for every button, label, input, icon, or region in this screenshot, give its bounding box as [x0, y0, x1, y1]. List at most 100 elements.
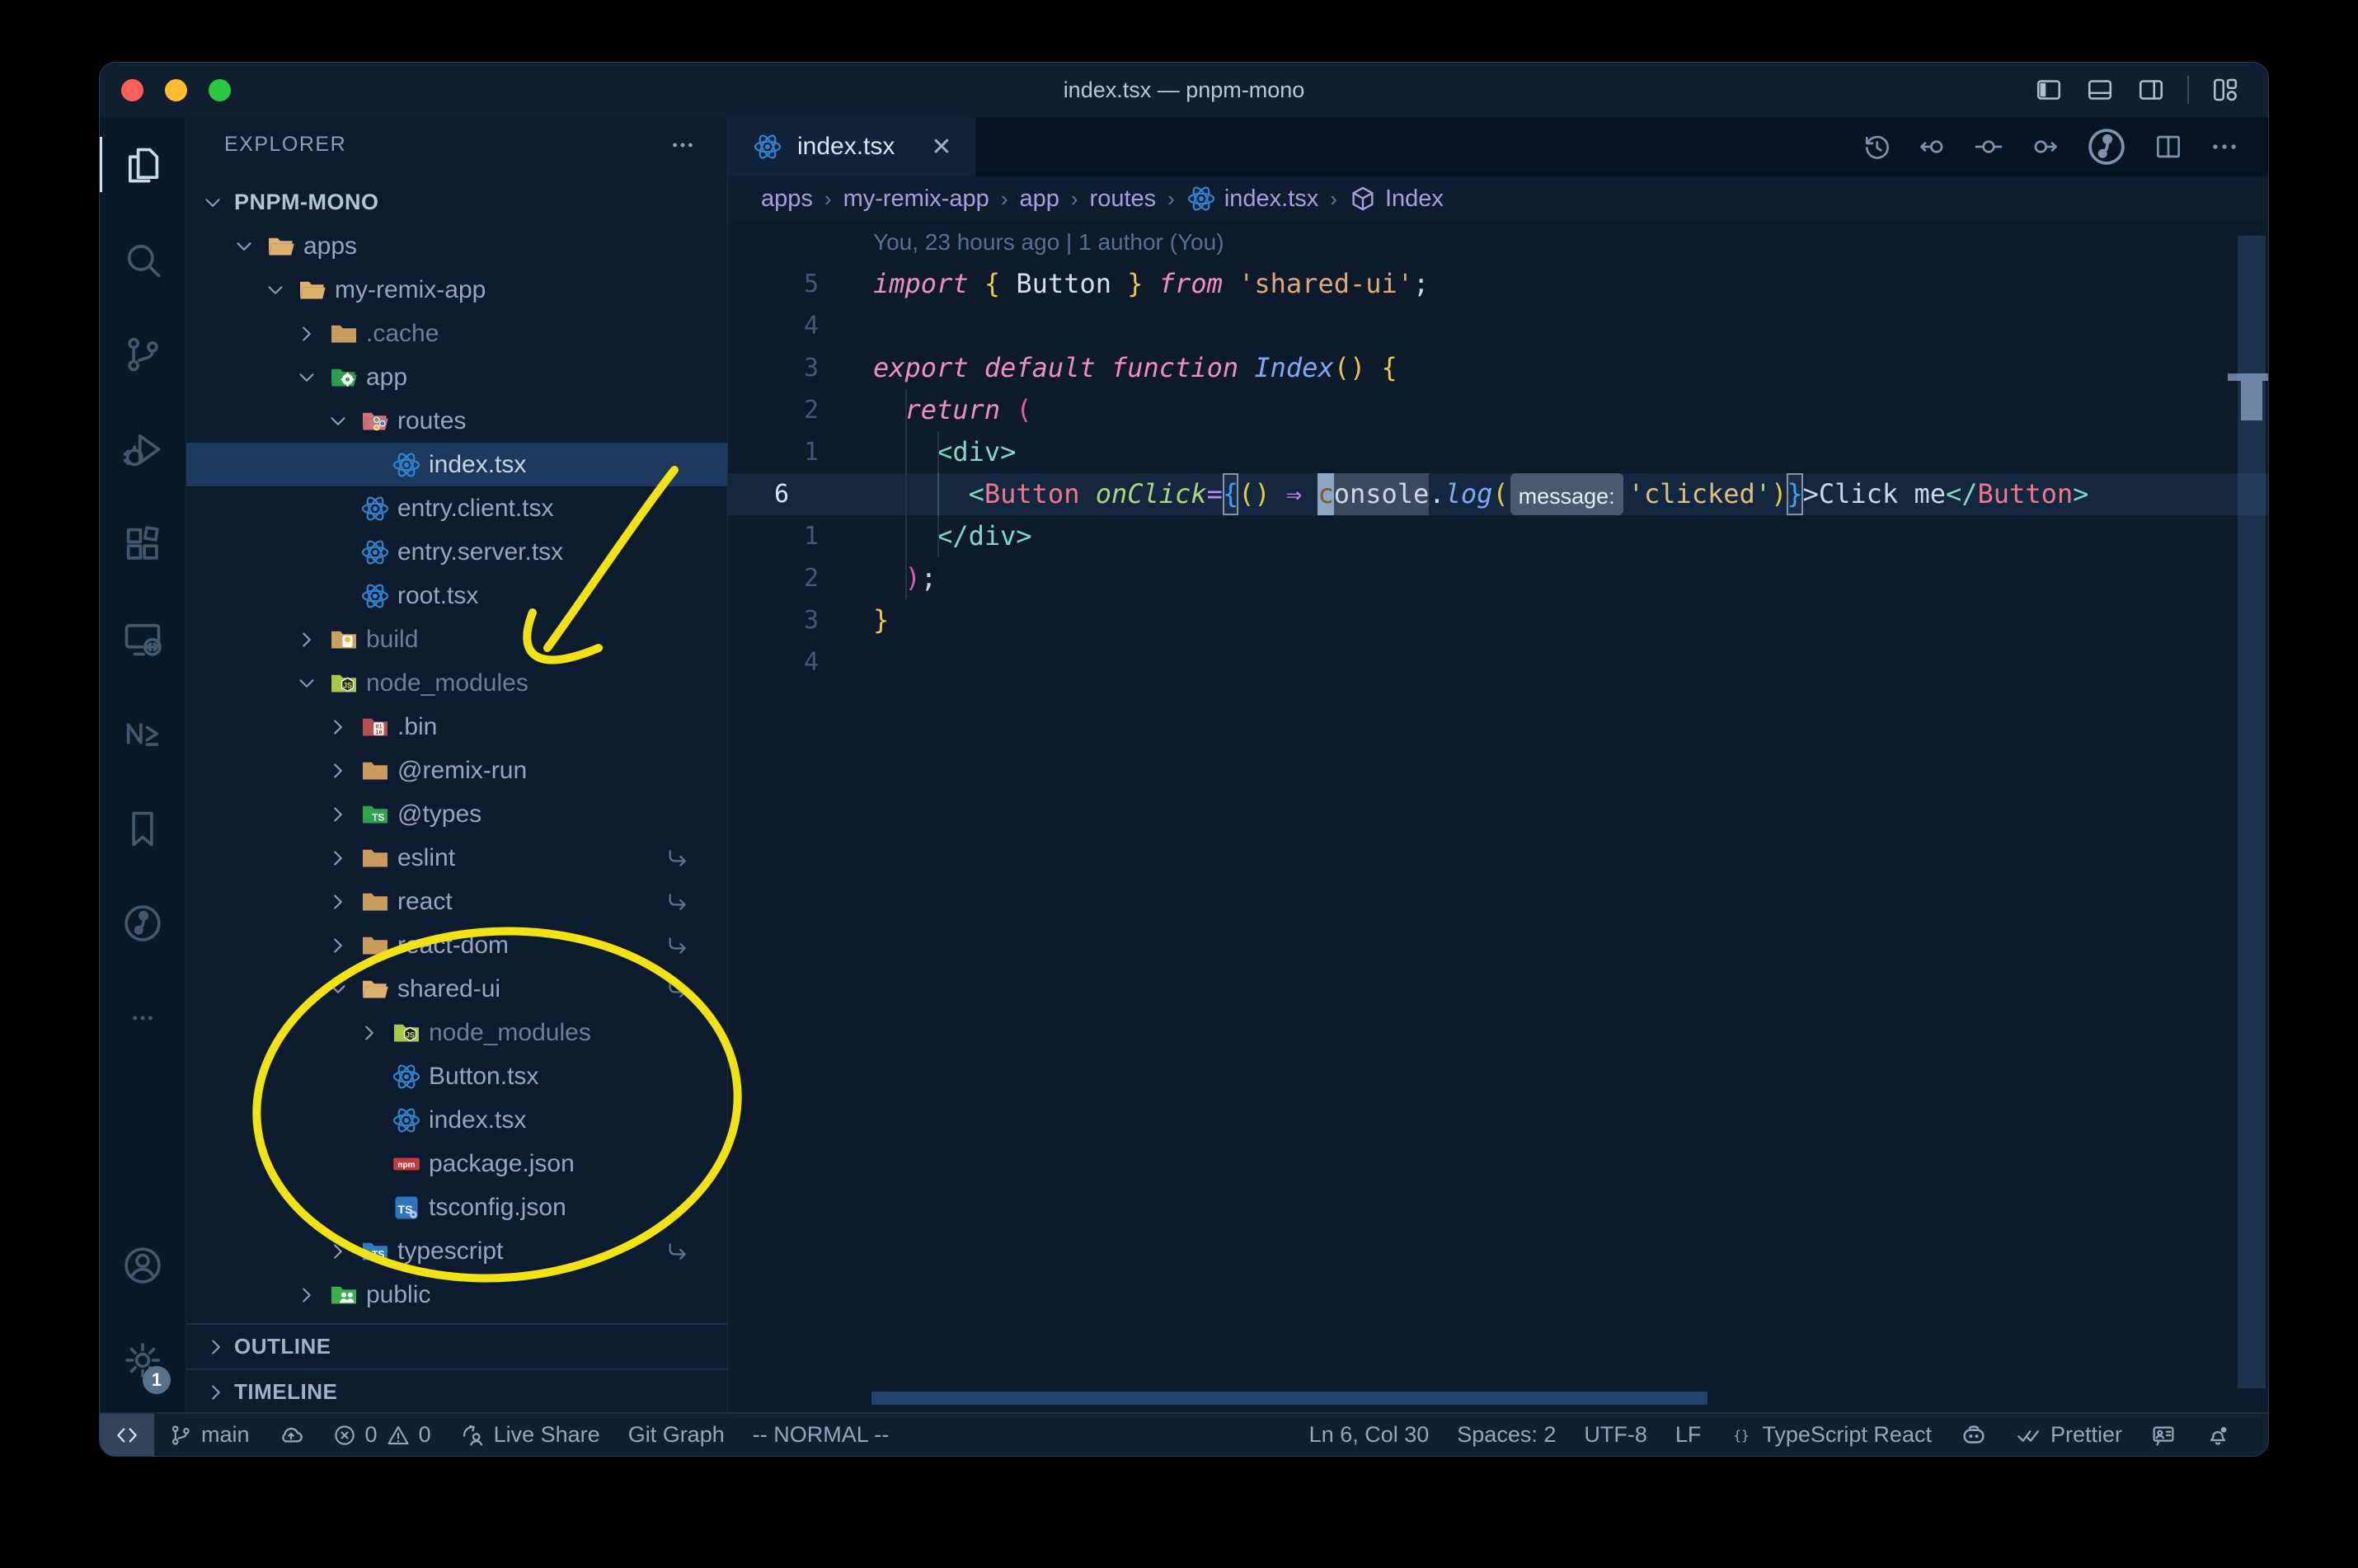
status-notifications[interactable]	[2191, 1414, 2245, 1456]
close-tab-icon[interactable]: ✕	[931, 133, 951, 162]
status-remote-indicator[interactable]	[100, 1414, 154, 1456]
activity-remote-explorer[interactable]	[100, 591, 186, 686]
status-indentation[interactable]: Spaces: 2	[1443, 1414, 1570, 1456]
tree-item-.bin[interactable]: 01 10 .bin	[186, 705, 727, 749]
layout-panel-icon[interactable]	[2085, 75, 2115, 105]
tree-item-build[interactable]: build	[186, 617, 727, 661]
tree-item-routes[interactable]: routes	[186, 399, 727, 443]
more-icon[interactable]	[2209, 131, 2240, 162]
layout-customize-icon[interactable]	[2210, 75, 2240, 105]
svg-text:TS: TS	[372, 811, 384, 823]
tree-item-entry.client.tsx[interactable]: entry.client.tsx	[186, 486, 727, 530]
activity-extensions[interactable]	[100, 496, 186, 591]
code-line[interactable]: 4	[728, 305, 2268, 347]
tree-item-entry.server.tsx[interactable]: entry.server.tsx	[186, 530, 727, 574]
status-live-share[interactable]: Live Share	[445, 1414, 614, 1456]
code-line[interactable]: 3}	[728, 599, 2268, 641]
status-vim-mode[interactable]: -- NORMAL --	[739, 1414, 903, 1456]
module-icon	[1349, 185, 1377, 213]
horizontal-scrollbar[interactable]	[871, 1392, 1707, 1405]
close-window-button[interactable]	[121, 78, 143, 101]
status-feedback[interactable]	[2136, 1414, 2191, 1456]
status-problems[interactable]: 00	[318, 1414, 445, 1456]
tree-item-root.tsx[interactable]: root.tsx	[186, 574, 727, 617]
code-line-current[interactable]: 6 < Button onClick ={() ⇒ c onsole. log(mess…	[728, 473, 2268, 515]
breadcrumb-item-my-remix-app[interactable]: my-remix-app	[843, 185, 989, 213]
code-token: }	[873, 604, 890, 636]
code-editor[interactable]: You, 23 hours ago | 1 author (You) 5 impor…	[728, 221, 2268, 1414]
breadcrumb-item-index.tsx[interactable]: index.tsx	[1186, 184, 1318, 214]
activity-source-control[interactable]	[100, 307, 186, 401]
activity-gitlens[interactable]	[100, 876, 186, 970]
breadcrumb-item-apps[interactable]: apps	[761, 185, 813, 213]
minimize-window-button[interactable]	[165, 78, 187, 101]
status-sync[interactable]	[264, 1414, 318, 1456]
tree-item-label: @types	[397, 800, 482, 828]
tree-item-my-remix-app[interactable]: my-remix-app	[186, 268, 727, 312]
tree-item-apps[interactable]: apps	[186, 224, 727, 268]
code-line[interactable]: 3 export default function Index() {	[728, 347, 2268, 389]
breadcrumb-item-routes[interactable]: routes	[1090, 185, 1157, 213]
tab-index-tsx[interactable]: index.tsx ✕	[728, 117, 976, 176]
status-formatter[interactable]: Prettier	[2002, 1414, 2136, 1456]
history-icon[interactable]	[1861, 131, 1892, 162]
tree-item-@types[interactable]: TS @types	[186, 792, 727, 836]
tree-item-shared-ui[interactable]: shared-ui	[186, 967, 727, 1011]
status-git-branch[interactable]: main	[154, 1414, 264, 1456]
nav-dot-icon[interactable]	[1973, 131, 2004, 162]
activity-run-debug[interactable]	[100, 401, 186, 496]
line-number: 6	[774, 480, 790, 509]
status-cursor-position[interactable]: Ln 6, Col 30	[1295, 1414, 1444, 1456]
status-language-mode[interactable]: {} TypeScript React	[1715, 1414, 1946, 1456]
tree-item-react[interactable]: react	[186, 880, 727, 923]
nav-forward-icon[interactable]	[2029, 131, 2060, 162]
status-git-graph[interactable]: Git Graph	[614, 1414, 739, 1456]
layout-sidebar-left-icon[interactable]	[2034, 75, 2064, 105]
tree-item-index.tsx[interactable]: index.tsx	[186, 1098, 727, 1142]
zoom-window-button[interactable]	[209, 78, 231, 101]
tree-item-index.tsx[interactable]: index.tsx	[186, 443, 727, 486]
code-line[interactable]: 1 < div >	[728, 431, 2268, 473]
chevron-right-icon	[351, 1021, 388, 1045]
nav-back-icon[interactable]	[1917, 131, 1948, 162]
tree-item-node_modules[interactable]: JS node_modules	[186, 1011, 727, 1054]
status-eol[interactable]: LF	[1661, 1414, 1716, 1456]
breadcrumb-item-Index[interactable]: Index	[1349, 185, 1444, 213]
activity-manage[interactable]: 1	[100, 1312, 186, 1407]
activity-bookmarks[interactable]	[100, 781, 186, 876]
code-token: ;	[1413, 268, 1430, 299]
tree-item-@remix-run[interactable]: @remix-run	[186, 749, 727, 792]
gitlens-icon[interactable]	[2085, 125, 2128, 168]
activity-explorer[interactable]	[100, 117, 186, 212]
activity-search[interactable]	[100, 212, 186, 307]
activity-bar: 1	[100, 117, 186, 1414]
tree-item-public[interactable]: public	[186, 1273, 727, 1317]
code-line[interactable]: 2 return (	[728, 389, 2268, 431]
activity-more-views[interactable]	[100, 970, 186, 1065]
outline-section[interactable]: OUTLINE	[186, 1323, 727, 1368]
split-editor-icon[interactable]	[2153, 131, 2184, 162]
tree-item-node_modules[interactable]: JS node_modules	[186, 661, 727, 705]
tree-item-Button.tsx[interactable]: Button.tsx	[186, 1054, 727, 1098]
activity-accounts[interactable]	[100, 1218, 186, 1312]
code-line[interactable]: 2 );	[728, 557, 2268, 599]
tree-item-PNPM-MONO[interactable]: PNPM-MONO	[186, 181, 727, 224]
explorer-more-actions-icon[interactable]	[669, 132, 696, 158]
tree-item-tsconfig.json[interactable]: TS tsconfig.json	[186, 1185, 727, 1229]
status-copilot[interactable]	[1946, 1414, 2002, 1456]
activity-nx-console[interactable]	[100, 686, 186, 781]
code-line[interactable]: 1 </div >	[728, 515, 2268, 557]
breadcrumb-item-app[interactable]: app	[1019, 185, 1059, 213]
tree-item-typescript[interactable]: TS typescript	[186, 1229, 727, 1273]
code-line[interactable]: 4	[728, 641, 2268, 683]
tree-item-.cache[interactable]: .cache	[186, 312, 727, 355]
tree-item-app[interactable]: app	[186, 355, 727, 399]
timeline-section[interactable]: TIMELINE	[186, 1368, 727, 1414]
layout-sidebar-right-icon[interactable]	[2136, 75, 2166, 105]
tree-item-package.json[interactable]: npm package.json	[186, 1142, 727, 1185]
tree-item-label: package.json	[429, 1149, 575, 1177]
tree-item-eslint[interactable]: eslint	[186, 836, 727, 880]
tree-item-react-dom[interactable]: react-dom	[186, 923, 727, 967]
code-line[interactable]: 5 import { Button } from 'shared-ui';	[728, 263, 2268, 305]
status-encoding[interactable]: UTF-8	[1570, 1414, 1661, 1456]
